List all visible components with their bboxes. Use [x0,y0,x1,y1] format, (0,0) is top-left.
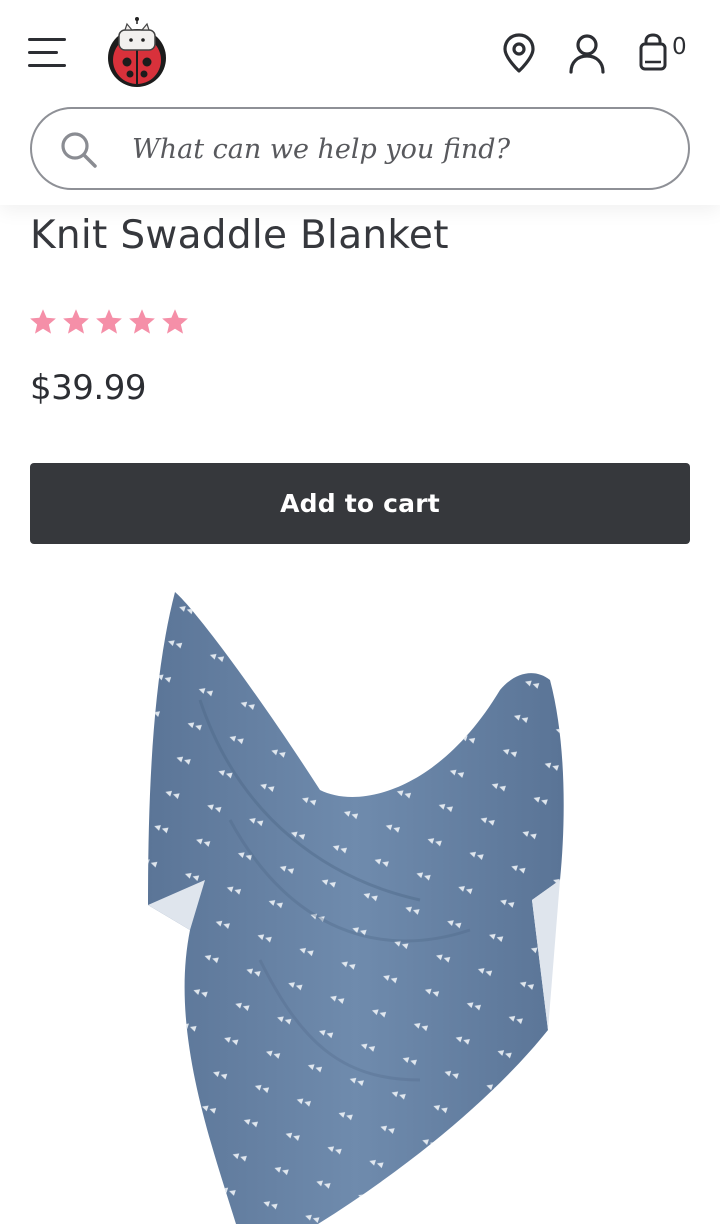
star-icon [96,309,122,334]
search-icon[interactable] [58,129,100,171]
star-rating[interactable] [28,306,190,342]
map-pin-icon[interactable] [500,32,538,74]
cart-button[interactable]: 0 [637,32,697,74]
ladybug-logo[interactable] [103,16,171,88]
search-input[interactable] [132,123,662,175]
star-icon [129,309,155,334]
star-icon [30,309,56,334]
star-icon [63,309,89,334]
star-icon [162,309,188,334]
product-price: $39.99 [30,368,146,408]
user-icon[interactable] [567,32,607,74]
add-to-cart-button[interactable]: Add to cart [30,463,690,544]
product-image[interactable] [0,570,720,1224]
shopping-bag-icon [639,33,667,71]
cart-count: 0 [672,34,687,60]
hamburger-menu-icon[interactable] [28,34,70,72]
product-title: Knit Swaddle Blanket [30,213,449,258]
search-bar[interactable] [30,107,690,190]
site-header: 0 [0,0,720,205]
